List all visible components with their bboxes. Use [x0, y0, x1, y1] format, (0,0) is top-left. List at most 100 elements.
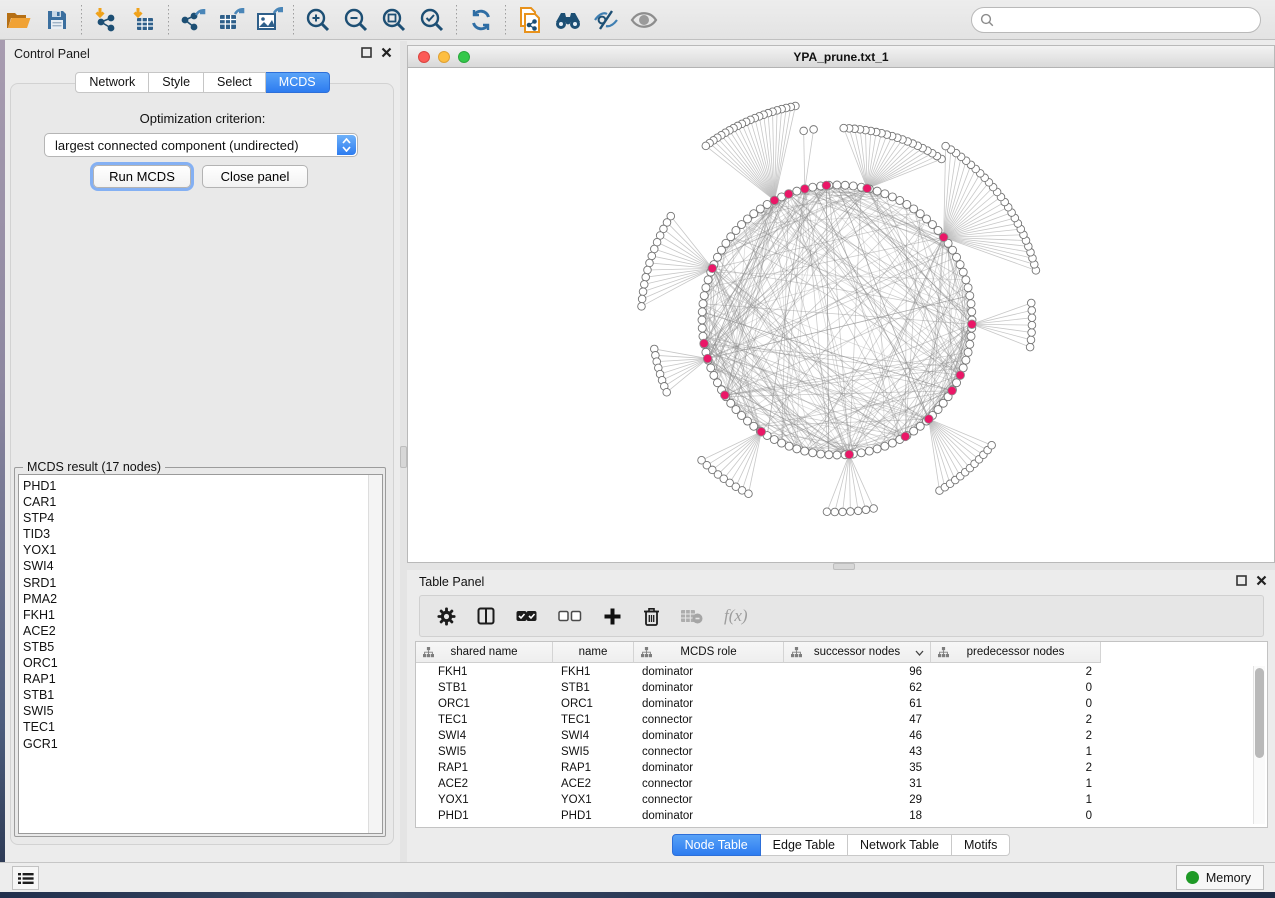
export-table-icon[interactable]	[212, 3, 250, 37]
table-settings-icon[interactable]	[437, 607, 456, 626]
table-cell: 2	[931, 728, 1101, 744]
save-session-icon[interactable]	[38, 3, 76, 37]
table-cell: dominator	[634, 808, 784, 824]
network-titlebar[interactable]: YPA_prune.txt_1	[408, 46, 1274, 68]
run-mcds-button[interactable]: Run MCDS	[93, 165, 191, 188]
open-file-icon[interactable]	[0, 3, 38, 37]
zoom-in-icon[interactable]	[299, 3, 337, 37]
table-row[interactable]: STB1STB1dominator620	[416, 680, 1101, 696]
table-cell: PHD1	[416, 808, 553, 824]
tab-select[interactable]: Select	[204, 72, 266, 93]
close-panel-icon[interactable]	[1256, 575, 1267, 586]
tab-motifs[interactable]: Motifs	[952, 834, 1010, 856]
mcds-result-node[interactable]: ACE2	[23, 623, 58, 639]
tab-network[interactable]: Network	[75, 72, 149, 93]
network-canvas[interactable]	[408, 68, 1274, 562]
import-network-icon[interactable]	[87, 3, 125, 37]
scrollbar-thumb[interactable]	[1255, 668, 1264, 758]
import-table-icon[interactable]	[125, 3, 163, 37]
network-graph	[408, 68, 1274, 562]
mcds-list-scrollbar[interactable]	[368, 475, 382, 833]
export-image-icon[interactable]	[250, 3, 288, 37]
mcds-result-node[interactable]: PMA2	[23, 591, 58, 607]
table-row[interactable]: YOX1YOX1connector291	[416, 792, 1101, 808]
table-cell: 0	[931, 808, 1101, 824]
clone-network-icon[interactable]	[511, 3, 549, 37]
mcds-result-items: PHD1CAR1STP4TID3YOX1SWI4SRD1PMA2FKH1ACE2…	[23, 478, 58, 752]
delete-column-icon[interactable]	[643, 607, 660, 626]
mcds-result-list[interactable]: PHD1CAR1STP4TID3YOX1SWI4SRD1PMA2FKH1ACE2…	[18, 474, 383, 834]
tab-style[interactable]: Style	[149, 72, 204, 93]
table-panel: Table Panel	[407, 570, 1275, 862]
table-cell: RAP1	[553, 760, 634, 776]
zoom-selected-icon[interactable]	[413, 3, 451, 37]
mcds-result-node[interactable]: FKH1	[23, 607, 58, 623]
column-header-name[interactable]: name	[553, 642, 634, 663]
close-panel-icon[interactable]	[381, 47, 392, 58]
criterion-select[interactable]: largest connected component (undirected)	[44, 133, 358, 157]
mcds-result-group: MCDS result (17 nodes) PHD1CAR1STP4TID3Y…	[14, 467, 386, 837]
splitter-handle[interactable]	[400, 446, 407, 468]
column-header-predecessor-nodes[interactable]: predecessor nodes	[931, 642, 1101, 663]
table-row[interactable]: TEC1TEC1connector472	[416, 712, 1101, 728]
export-network-icon[interactable]	[174, 3, 212, 37]
float-panel-icon[interactable]	[1236, 575, 1247, 586]
table-cell: 35	[784, 760, 931, 776]
add-column-icon[interactable]	[603, 607, 622, 626]
table-cell: 2	[931, 760, 1101, 776]
close-panel-button[interactable]: Close panel	[202, 165, 308, 188]
vertical-splitter[interactable]	[400, 41, 407, 862]
show-columns-icon[interactable]	[477, 607, 495, 625]
table-row[interactable]: ACE2ACE2connector311	[416, 776, 1101, 792]
column-header-shared-name[interactable]: shared name	[416, 642, 553, 663]
task-history-button[interactable]	[12, 866, 39, 890]
table-cell: connector	[634, 792, 784, 808]
deselect-all-icon[interactable]	[558, 610, 582, 622]
table-row[interactable]: RAP1RAP1dominator352	[416, 760, 1101, 776]
tab-node-table[interactable]: Node Table	[672, 834, 761, 856]
float-panel-icon[interactable]	[361, 47, 372, 58]
zoom-out-icon[interactable]	[337, 3, 375, 37]
mcds-result-node[interactable]: SRD1	[23, 575, 58, 591]
column-header-MCDS-role[interactable]: MCDS role	[634, 642, 784, 663]
mcds-result-node[interactable]: TID3	[23, 526, 58, 542]
column-label: predecessor nodes	[967, 646, 1065, 658]
table-cell: 0	[931, 680, 1101, 696]
table-row[interactable]: FKH1FKH1dominator962	[416, 664, 1101, 680]
mcds-result-node[interactable]: GCR1	[23, 736, 58, 752]
search-network-icon[interactable]	[549, 3, 587, 37]
memory-button[interactable]: Memory	[1176, 865, 1264, 890]
table-cell: 29	[784, 792, 931, 808]
select-all-icon[interactable]	[516, 610, 537, 622]
refresh-layout-icon[interactable]	[462, 3, 500, 37]
column-header-successor-nodes[interactable]: successor nodes	[784, 642, 931, 663]
zoom-fit-icon[interactable]	[375, 3, 413, 37]
table-row[interactable]: SWI5SWI5connector431	[416, 744, 1101, 760]
tab-network-table[interactable]: Network Table	[848, 834, 952, 856]
mcds-result-node[interactable]: YOX1	[23, 542, 58, 558]
mcds-result-node[interactable]: PHD1	[23, 478, 58, 494]
hide-details-icon[interactable]	[587, 3, 625, 37]
horizontal-splitter[interactable]	[407, 563, 1275, 570]
mcds-result-node[interactable]: ORC1	[23, 655, 58, 671]
splitter-handle[interactable]	[833, 563, 855, 570]
search-input[interactable]	[971, 7, 1261, 33]
mcds-result-node[interactable]: STB1	[23, 687, 58, 703]
mcds-result-node[interactable]: SWI5	[23, 703, 58, 719]
tab-mcds[interactable]: MCDS	[266, 72, 330, 93]
table-row[interactable]: PHD1PHD1dominator180	[416, 808, 1101, 824]
mcds-result-node[interactable]: CAR1	[23, 494, 58, 510]
mcds-result-node[interactable]: SWI4	[23, 558, 58, 574]
table-cell: 2	[931, 664, 1101, 680]
tab-edge-table[interactable]: Edge Table	[761, 834, 848, 856]
toolbar-separator	[81, 5, 82, 35]
table-scrollbar[interactable]	[1253, 666, 1265, 824]
mcds-result-node[interactable]: TEC1	[23, 719, 58, 735]
mcds-result-node[interactable]: STP4	[23, 510, 58, 526]
mcds-result-node[interactable]: RAP1	[23, 671, 58, 687]
table-cell: dominator	[634, 696, 784, 712]
table-row[interactable]: ORC1ORC1dominator610	[416, 696, 1101, 712]
mcds-result-node[interactable]: STB5	[23, 639, 58, 655]
table-row[interactable]: SWI4SWI4dominator462	[416, 728, 1101, 744]
show-details-icon[interactable]	[625, 3, 663, 37]
